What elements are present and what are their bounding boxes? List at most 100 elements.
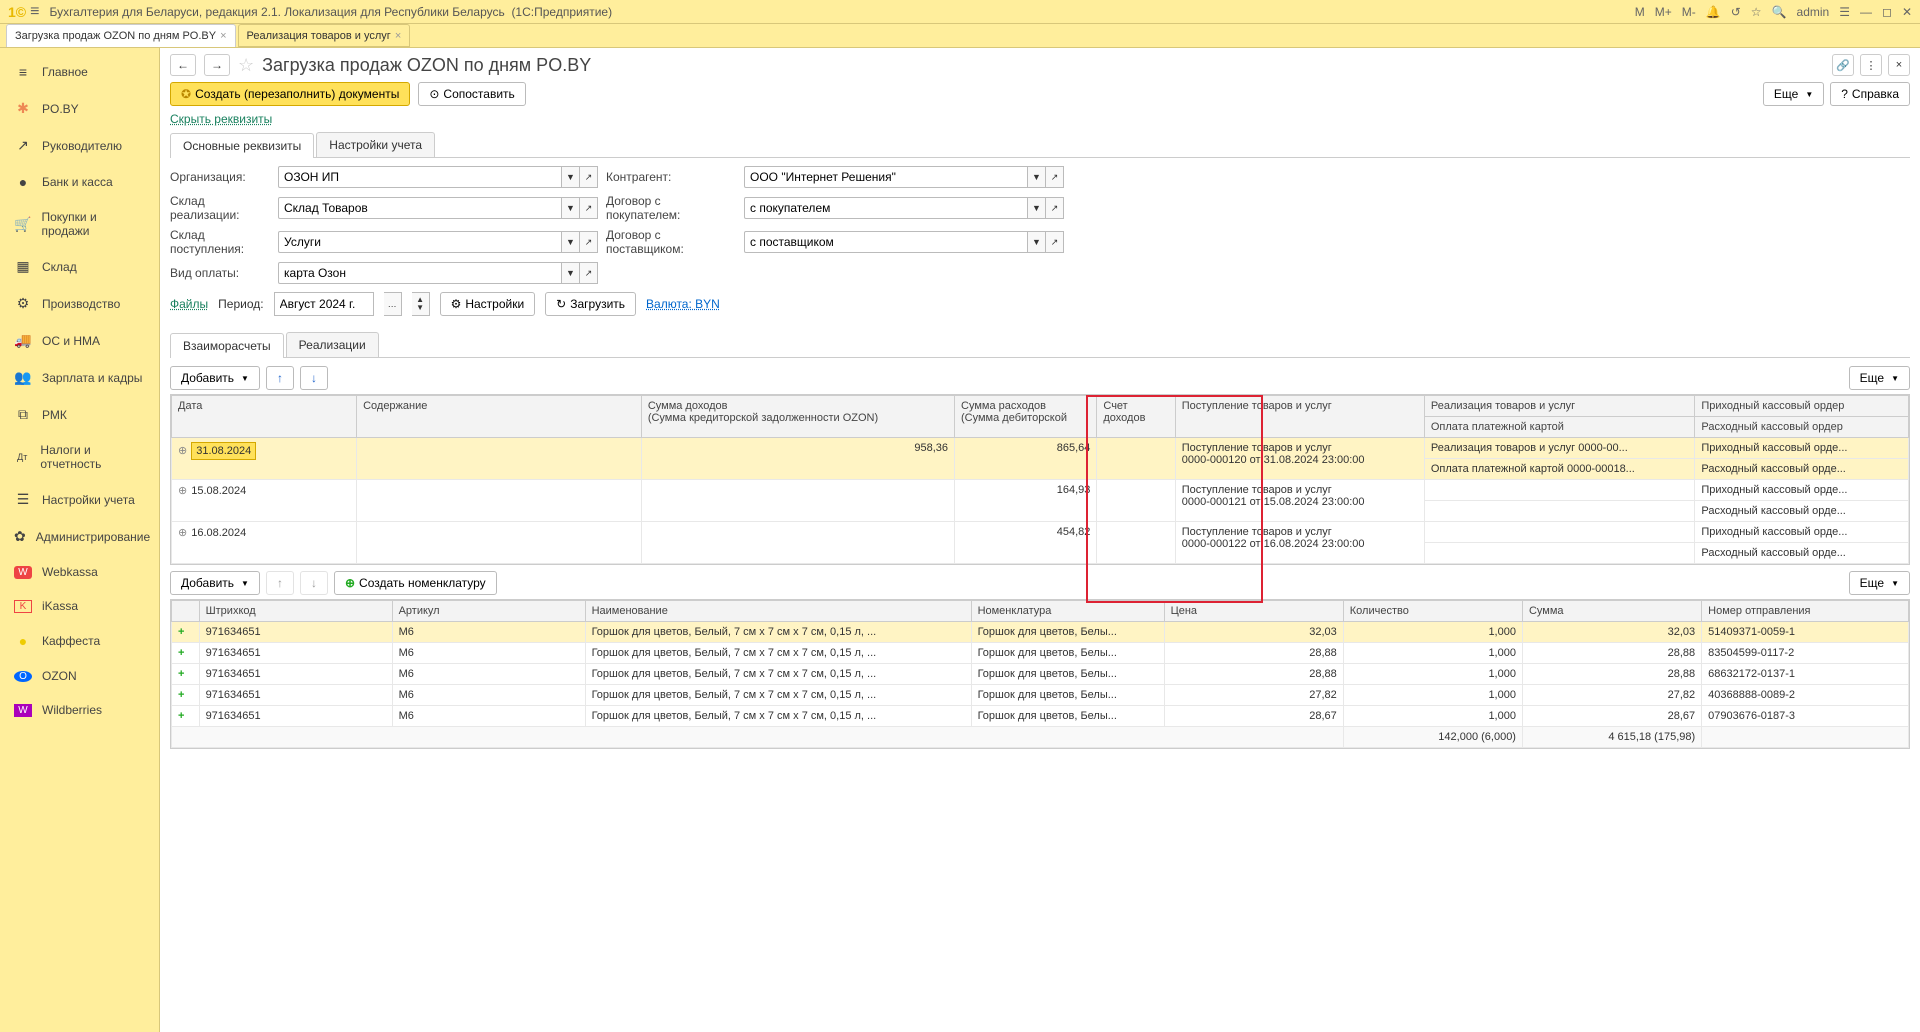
col-qty[interactable]: Количество <box>1343 601 1522 622</box>
table-row[interactable]: ⊕31.08.2024 958,36 865,64 Поступление то… <box>172 438 1909 459</box>
wh-in-field[interactable] <box>278 231 562 253</box>
sidebar-item-production[interactable]: ⚙Производство <box>0 285 159 322</box>
tab-realizations[interactable]: Реализации <box>286 332 379 357</box>
col-sum[interactable]: Сумма <box>1522 601 1701 622</box>
hide-requisites-link[interactable]: Скрыть реквизиты <box>170 112 1910 126</box>
compare-button[interactable]: ⊙Сопоставить <box>418 82 525 106</box>
org-field[interactable] <box>278 166 562 188</box>
tab-realization[interactable]: Реализация товаров и услуг× <box>238 24 411 47</box>
more-button-3[interactable]: Еще▼ <box>1849 571 1910 595</box>
panel-icon[interactable]: ☰ <box>1839 5 1850 19</box>
table-row[interactable]: + 971634651M6Горшок для цветов, Белый, 7… <box>172 643 1909 664</box>
col-receipt[interactable]: Поступление товаров и услуг <box>1175 396 1424 438</box>
col-name[interactable]: Наименование <box>585 601 971 622</box>
files-link[interactable]: Файлы <box>170 297 208 311</box>
sidebar-item-bank[interactable]: ●Банк и касса <box>0 164 159 200</box>
sidebar-item-taxes[interactable]: ДтНалоги и отчетность <box>0 433 159 481</box>
dropdown-icon[interactable]: ▼ <box>562 166 580 188</box>
favorite-star-icon[interactable]: ☆ <box>238 55 254 76</box>
col-cash-out[interactable]: Расходный кассовый ордер <box>1695 417 1909 438</box>
dropdown-icon[interactable]: ▼ <box>1028 197 1046 219</box>
sidebar-item-settings[interactable]: ☰Настройки учета <box>0 481 159 518</box>
sidebar-item-webkassa[interactable]: WWebkassa <box>0 555 159 589</box>
tab-accounting-settings[interactable]: Настройки учета <box>316 132 435 157</box>
dropdown-icon[interactable]: ▼ <box>562 197 580 219</box>
table-row[interactable]: + 971634651M6Горшок для цветов, Белый, 7… <box>172 622 1909 643</box>
tab-ozon-load[interactable]: Загрузка продаж OZON по дням PO.BY× <box>6 24 236 47</box>
create-documents-button[interactable]: ✪Создать (перезаполнить) документы <box>170 82 410 106</box>
hamburger-icon[interactable]: ≡ <box>30 3 39 21</box>
sidebar-item-manager[interactable]: ↗Руководителю <box>0 127 159 164</box>
sidebar-item-ikassa[interactable]: KiKassa <box>0 589 159 623</box>
col-realize[interactable]: Реализация товаров и услуг <box>1424 396 1695 417</box>
payment-field[interactable] <box>278 262 562 284</box>
dropdown-icon[interactable]: ▼ <box>562 231 580 253</box>
bell-icon[interactable]: 🔔 <box>1706 5 1721 19</box>
col-barcode[interactable]: Штрихкод <box>199 601 392 622</box>
open-icon[interactable]: ↗ <box>1046 166 1064 188</box>
open-icon[interactable]: ↗ <box>1046 197 1064 219</box>
col-price[interactable]: Цена <box>1164 601 1343 622</box>
close-window-icon[interactable]: ✕ <box>1902 5 1912 19</box>
move-down-button[interactable]: ↓ <box>300 366 328 390</box>
col-nom[interactable]: Номенклатура <box>971 601 1164 622</box>
sidebar-item-warehouse[interactable]: ▦Склад <box>0 248 159 285</box>
move-up-button-2[interactable]: ↑ <box>266 571 294 595</box>
user-label[interactable]: admin <box>1797 5 1830 19</box>
move-down-button-2[interactable]: ↓ <box>300 571 328 595</box>
nav-forward-button[interactable]: → <box>204 54 230 76</box>
col-date[interactable]: Дата <box>172 396 357 438</box>
col-account[interactable]: Счет доходов <box>1097 396 1175 438</box>
sidebar-item-kaffesta[interactable]: ●Каффеста <box>0 623 159 659</box>
sidebar-item-rmk[interactable]: ⧉РМК <box>0 396 159 433</box>
open-icon[interactable]: ↗ <box>580 262 598 284</box>
add-button[interactable]: Добавить▼ <box>170 366 260 390</box>
period-select-icon[interactable]: … <box>384 292 402 316</box>
load-button[interactable]: ↻Загрузить <box>545 292 636 316</box>
nav-back-button[interactable]: ← <box>170 54 196 76</box>
history-icon[interactable]: ↺ <box>1731 5 1741 19</box>
link-icon[interactable]: 🔗 <box>1832 54 1854 76</box>
memory-m[interactable]: M <box>1635 5 1645 19</box>
contract-buyer-field[interactable] <box>744 197 1028 219</box>
create-nomenclature-button[interactable]: ⊕Создать номенклатуру <box>334 571 497 595</box>
add-button-2[interactable]: Добавить▼ <box>170 571 260 595</box>
close-icon[interactable]: × <box>220 30 226 42</box>
table-row[interactable]: + 971634651M6Горшок для цветов, Белый, 7… <box>172 664 1909 685</box>
kebab-icon[interactable]: ⋮ <box>1860 54 1882 76</box>
tab-settlements[interactable]: Взаиморасчеты <box>170 333 284 358</box>
wh-sale-field[interactable] <box>278 197 562 219</box>
search-icon[interactable]: 🔍 <box>1772 5 1787 19</box>
table-row[interactable]: + 971634651M6Горшок для цветов, Белый, 7… <box>172 706 1909 727</box>
settings-button[interactable]: ⚙Настройки <box>440 292 536 316</box>
col-expense[interactable]: Сумма расходов(Сумма дебиторской <box>955 396 1097 438</box>
dropdown-icon[interactable]: ▼ <box>1028 231 1046 253</box>
dropdown-icon[interactable]: ▼ <box>562 262 580 284</box>
table-row[interactable]: ⊕16.08.2024 454,82 Поступление товаров и… <box>172 522 1909 543</box>
sidebar-item-main[interactable]: ≡Главное <box>0 54 159 90</box>
sidebar-item-ozon[interactable]: OOZON <box>0 659 159 693</box>
open-icon[interactable]: ↗ <box>580 231 598 253</box>
sidebar-item-wildberries[interactable]: WWildberries <box>0 693 159 727</box>
sidebar-item-admin[interactable]: ✿Администрирование <box>0 518 159 555</box>
memory-mminus[interactable]: M- <box>1682 5 1696 19</box>
dropdown-icon[interactable]: ▼ <box>1028 166 1046 188</box>
move-up-button[interactable]: ↑ <box>266 366 294 390</box>
col-cash-in[interactable]: Приходный кассовый ордер <box>1695 396 1909 417</box>
col-article[interactable]: Артикул <box>392 601 585 622</box>
sidebar-item-assets[interactable]: 🚚ОС и НМА <box>0 322 159 359</box>
col-card-pay[interactable]: Оплата платежной картой <box>1424 417 1695 438</box>
memory-mplus[interactable]: M+ <box>1655 5 1672 19</box>
contract-supplier-field[interactable] <box>744 231 1028 253</box>
close-page-icon[interactable]: × <box>1888 54 1910 76</box>
open-icon[interactable]: ↗ <box>580 197 598 219</box>
more-button-2[interactable]: Еще▼ <box>1849 366 1910 390</box>
more-button[interactable]: Еще▼ <box>1763 82 1824 106</box>
tab-main-requisites[interactable]: Основные реквизиты <box>170 133 314 158</box>
sidebar-item-salary[interactable]: 👥Зарплата и кадры <box>0 359 159 396</box>
maximize-icon[interactable]: ◻ <box>1882 5 1892 19</box>
counteragent-field[interactable] <box>744 166 1028 188</box>
minimize-icon[interactable]: — <box>1860 5 1872 19</box>
col-income[interactable]: Сумма доходов(Сумма кредиторской задолже… <box>641 396 954 438</box>
star-icon[interactable]: ☆ <box>1751 5 1762 19</box>
